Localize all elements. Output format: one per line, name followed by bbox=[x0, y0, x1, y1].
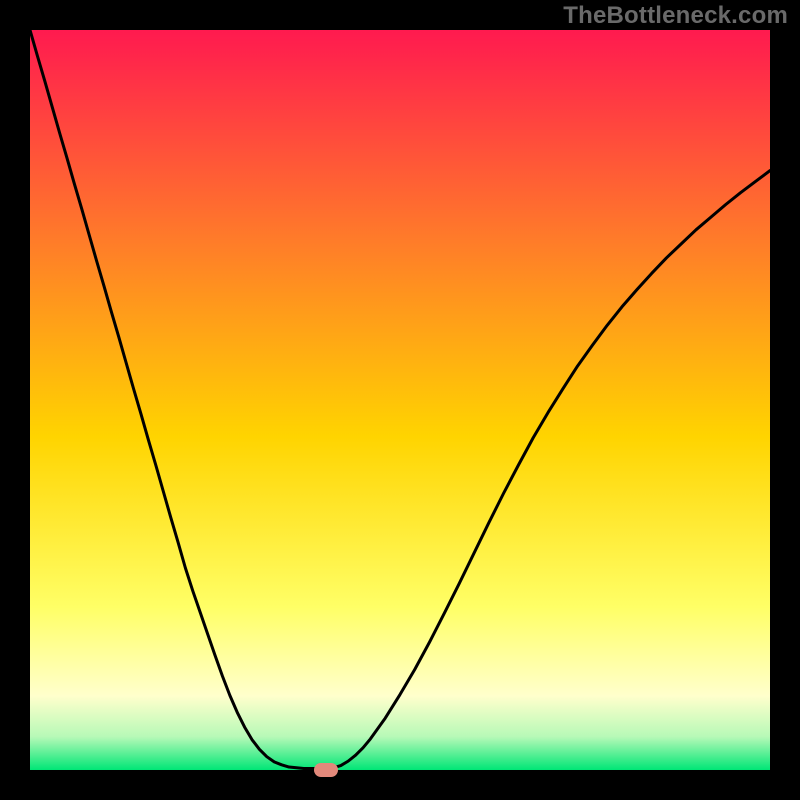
chart-frame: TheBottleneck.com bbox=[0, 0, 800, 800]
optimum-marker bbox=[314, 763, 338, 777]
bottleneck-chart bbox=[30, 30, 770, 770]
gradient-background bbox=[30, 30, 770, 770]
watermark-text: TheBottleneck.com bbox=[563, 2, 788, 30]
